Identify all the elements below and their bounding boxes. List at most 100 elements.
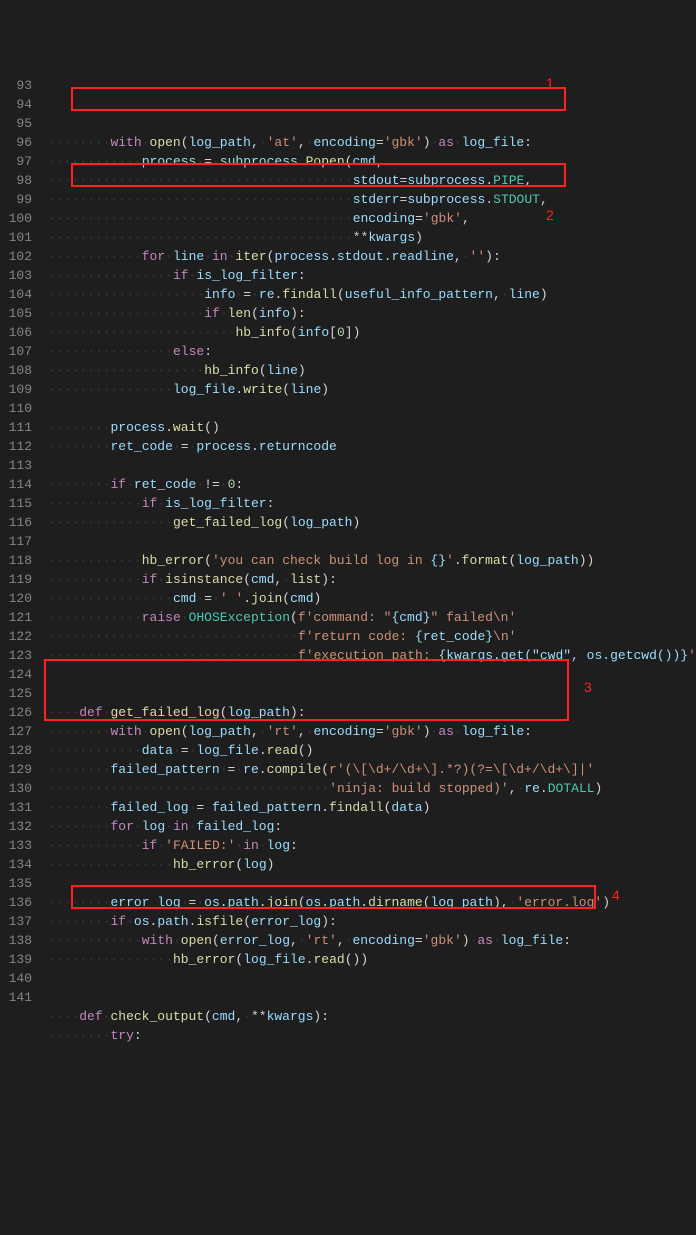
line-number: 138 xyxy=(8,931,32,950)
code-line[interactable]: ·······································s… xyxy=(48,190,696,209)
code-line[interactable]: ················if·is_log_filter: xyxy=(48,266,696,285)
line-number: 97 xyxy=(8,152,32,171)
line-number: 94 xyxy=(8,95,32,114)
code-line[interactable]: ········failed_log·=·failed_pattern.find… xyxy=(48,798,696,817)
code-line[interactable]: ·······································*… xyxy=(48,228,696,247)
code-line[interactable]: ············process·=·subprocess.Popen(c… xyxy=(48,152,696,171)
code-line[interactable]: ············for·line·in·iter(process.std… xyxy=(48,247,696,266)
code-line[interactable] xyxy=(48,665,696,684)
code-line[interactable] xyxy=(48,456,696,475)
line-number-gutter: 9394959697989910010110210310410510610710… xyxy=(0,76,44,999)
line-number: 98 xyxy=(8,171,32,190)
line-number: 126 xyxy=(8,703,32,722)
code-area[interactable]: ········with·open(log_path,·'at',·encodi… xyxy=(44,76,696,999)
line-number: 134 xyxy=(8,855,32,874)
code-line[interactable]: ············if·'FAILED:'·in·log: xyxy=(48,836,696,855)
line-number: 110 xyxy=(8,399,32,418)
line-number: 136 xyxy=(8,893,32,912)
code-line[interactable] xyxy=(48,988,696,1007)
code-line[interactable]: ·······································s… xyxy=(48,171,696,190)
code-line[interactable]: ············if·isinstance(cmd,·list): xyxy=(48,570,696,589)
line-number: 99 xyxy=(8,190,32,209)
line-number: 108 xyxy=(8,361,32,380)
line-number: 107 xyxy=(8,342,32,361)
line-number: 128 xyxy=(8,741,32,760)
code-line[interactable]: ····················hb_info(line) xyxy=(48,361,696,380)
line-number: 141 xyxy=(8,988,32,1007)
code-line[interactable]: ················get_failed_log(log_path) xyxy=(48,513,696,532)
line-number: 103 xyxy=(8,266,32,285)
code-editor[interactable]: 9394959697989910010110210310410510610710… xyxy=(0,76,696,999)
code-line[interactable]: ············raise·OHOSException(f'comman… xyxy=(48,608,696,627)
line-number: 122 xyxy=(8,627,32,646)
line-number: 100 xyxy=(8,209,32,228)
line-number: 124 xyxy=(8,665,32,684)
code-line[interactable]: ····················if·len(info): xyxy=(48,304,696,323)
line-number: 104 xyxy=(8,285,32,304)
code-line[interactable]: ········ret_code·=·process.returncode xyxy=(48,437,696,456)
line-number: 93 xyxy=(8,76,32,95)
code-line[interactable]: ····································'nin… xyxy=(48,779,696,798)
annotation-1: 1 xyxy=(546,74,554,93)
line-number: 111 xyxy=(8,418,32,437)
code-line[interactable]: ············with·open(error_log,·'rt',·e… xyxy=(48,931,696,950)
code-line[interactable]: ················else: xyxy=(48,342,696,361)
line-number: 112 xyxy=(8,437,32,456)
code-line[interactable]: ····················info·=·re.findall(us… xyxy=(48,285,696,304)
line-number: 140 xyxy=(8,969,32,988)
code-line[interactable]: ········try: xyxy=(48,1026,696,1045)
line-number: 130 xyxy=(8,779,32,798)
code-line[interactable]: ································f'execut… xyxy=(48,646,696,665)
line-number: 106 xyxy=(8,323,32,342)
code-line[interactable] xyxy=(48,399,696,418)
code-line[interactable]: ········failed_pattern·=·re.compile(r'(\… xyxy=(48,760,696,779)
code-line[interactable] xyxy=(48,114,696,133)
code-line[interactable]: ········with·open(log_path,·'at',·encodi… xyxy=(48,133,696,152)
code-line[interactable]: ································f'return… xyxy=(48,627,696,646)
highlight-box-1 xyxy=(71,87,566,111)
code-line[interactable]: ········with·open(log_path,·'rt',·encodi… xyxy=(48,722,696,741)
line-number: 115 xyxy=(8,494,32,513)
code-line[interactable]: ········process.wait() xyxy=(48,418,696,437)
code-line[interactable]: ················log_file.write(line) xyxy=(48,380,696,399)
code-line[interactable]: ········if·os.path.isfile(error_log): xyxy=(48,912,696,931)
line-number: 116 xyxy=(8,513,32,532)
line-number: 95 xyxy=(8,114,32,133)
line-number: 133 xyxy=(8,836,32,855)
code-line[interactable]: ················cmd·=·' '.join(cmd) xyxy=(48,589,696,608)
code-line[interactable]: ········for·log·in·failed_log: xyxy=(48,817,696,836)
code-line[interactable]: ················hb_error(log_file.read()… xyxy=(48,950,696,969)
line-number: 135 xyxy=(8,874,32,893)
line-number: 117 xyxy=(8,532,32,551)
code-line[interactable]: ········if·ret_code·!=·0: xyxy=(48,475,696,494)
line-number: 102 xyxy=(8,247,32,266)
code-line[interactable]: ················hb_error(log) xyxy=(48,855,696,874)
line-number: 120 xyxy=(8,589,32,608)
code-line[interactable] xyxy=(48,874,696,893)
code-line[interactable]: ············hb_error('you can check buil… xyxy=(48,551,696,570)
code-line[interactable]: ····def·check_output(cmd,·**kwargs): xyxy=(48,1007,696,1026)
code-line[interactable]: ····def·get_failed_log(log_path): xyxy=(48,703,696,722)
line-number: 96 xyxy=(8,133,32,152)
code-line[interactable]: ·······································e… xyxy=(48,209,696,228)
line-number: 139 xyxy=(8,950,32,969)
line-number: 132 xyxy=(8,817,32,836)
line-number: 123 xyxy=(8,646,32,665)
code-line[interactable] xyxy=(48,532,696,551)
line-number: 105 xyxy=(8,304,32,323)
line-number: 121 xyxy=(8,608,32,627)
line-number: 109 xyxy=(8,380,32,399)
code-line[interactable]: ········error_log·=·os.path.join(os.path… xyxy=(48,893,696,912)
code-line[interactable] xyxy=(48,684,696,703)
code-line[interactable]: ············data·=·log_file.read() xyxy=(48,741,696,760)
line-number: 127 xyxy=(8,722,32,741)
code-line[interactable]: ············if·is_log_filter: xyxy=(48,494,696,513)
code-line[interactable] xyxy=(48,969,696,988)
line-number: 113 xyxy=(8,456,32,475)
code-line[interactable]: ························hb_info(info[0]) xyxy=(48,323,696,342)
line-number: 118 xyxy=(8,551,32,570)
line-number: 131 xyxy=(8,798,32,817)
line-number: 119 xyxy=(8,570,32,589)
line-number: 114 xyxy=(8,475,32,494)
line-number: 125 xyxy=(8,684,32,703)
